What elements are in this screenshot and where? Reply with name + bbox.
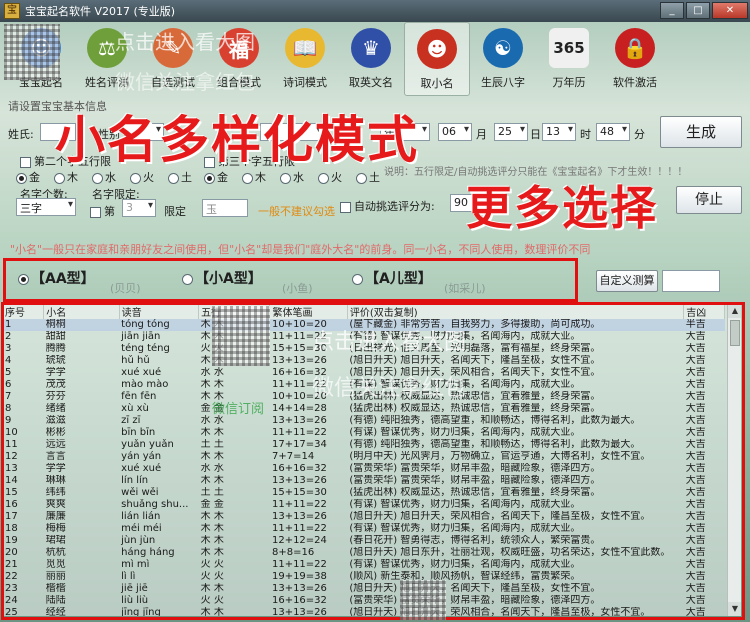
surname-label: 姓氏: xyxy=(8,128,34,141)
stop-button[interactable]: 停止 xyxy=(676,186,742,214)
qr-code-watermark-2 xyxy=(212,306,270,366)
custom-test-button[interactable]: 自定义测算 xyxy=(596,270,658,292)
promo-subline: 更多选择 xyxy=(466,181,658,235)
yinyang-icon: ☯ xyxy=(483,28,523,68)
toolbar-english-name[interactable]: ♛ 取英文名 xyxy=(338,22,404,96)
wuxing2-radio-jin[interactable] xyxy=(16,172,27,184)
hour-label: 时 xyxy=(580,128,591,141)
limit-checkbox[interactable] xyxy=(90,206,101,218)
type-a-er[interactable]: 【A儿型】 xyxy=(352,268,432,288)
wuxing3-radio-tu[interactable] xyxy=(356,172,367,184)
monkey-icon: ☻ xyxy=(417,29,457,69)
toolbar-calendar[interactable]: 365 万年历 xyxy=(536,22,602,96)
limit-hint: 一般不建议勾选 xyxy=(258,205,335,218)
book-icon: 📖 xyxy=(285,28,325,68)
qr-code-watermark xyxy=(4,24,60,80)
type-small-a-radio[interactable] xyxy=(182,273,193,285)
wuxing3-radio-shui[interactable] xyxy=(280,172,291,184)
minimize-button[interactable]: _ xyxy=(660,2,684,19)
watermark-wx-top: 微信关注拿红包 xyxy=(115,70,255,94)
title-bar: 宝 宝宝起名软件 V2017 (专业版) _ □ ✕ xyxy=(0,0,750,22)
calendar-icon: 365 xyxy=(549,28,589,68)
month-select[interactable]: 06 xyxy=(438,123,472,141)
di-checkbox[interactable]: 第 xyxy=(90,203,115,219)
hour-select[interactable]: 13 xyxy=(542,123,576,141)
char-position-select[interactable]: 3 xyxy=(122,199,156,217)
qr-code-watermark-3 xyxy=(400,580,446,620)
app-window: 宝 宝宝起名软件 V2017 (专业版) _ □ ✕ ☺宝宝起名 ⚖姓名评测 ✎… xyxy=(0,0,750,622)
auto-score-check[interactable] xyxy=(340,201,351,213)
second-char-checkbox[interactable] xyxy=(20,156,31,168)
wuxing2-radio-mu[interactable] xyxy=(54,172,65,184)
watermark-text-mid: 点击进入看大图 xyxy=(312,330,467,355)
toolbar-activate[interactable]: 🔒 软件激活 xyxy=(602,22,668,96)
type-aa[interactable]: 【AA型】 xyxy=(18,268,95,288)
limit-char-input[interactable]: 玉 xyxy=(202,199,248,217)
day-label: 日 xyxy=(530,128,541,141)
wuxing2-radio-shui[interactable] xyxy=(92,172,103,184)
auto-score-checkbox[interactable]: 自动挑选评分为: xyxy=(340,198,435,214)
promo-headline: 小名多样化模式 xyxy=(55,111,419,169)
wuxing2-radio-tu[interactable] xyxy=(168,172,179,184)
type-aa-example: (贝贝) xyxy=(110,282,141,295)
nickname-notice: "小名"一般只在家庭和亲朋好友之间使用，但"小名"却是我们"庭外大名"的前身。同… xyxy=(10,243,591,256)
wuxing3-radio-huo[interactable] xyxy=(318,172,329,184)
type-aa-radio[interactable] xyxy=(18,273,29,285)
type-a-er-radio[interactable] xyxy=(352,273,363,285)
watermark-wx-mid: 微信关注拿红包 xyxy=(312,376,467,401)
type-a-er-example: (如采儿) xyxy=(444,282,486,295)
toolbar-bazi[interactable]: ☯ 生辰八字 xyxy=(470,22,536,96)
minute-label: 分 xyxy=(634,128,645,141)
main-toolbar: ☺宝宝起名 ⚖姓名评测 ✎自选测试 福组合模式 📖诗词模式 ♛取英文名 ☻取小名… xyxy=(0,22,750,98)
watermark-text-top: 点击进入看大图 xyxy=(115,30,255,54)
window-title: 宝宝起名软件 V2017 (专业版) xyxy=(25,5,176,18)
app-logo-icon: 宝 xyxy=(4,3,20,19)
wuxing3-radio-jin[interactable] xyxy=(204,172,215,184)
custom-test-input[interactable] xyxy=(662,270,720,292)
watermark-small: 微信订阅 xyxy=(212,402,265,417)
window-controls: _ □ ✕ xyxy=(660,2,748,19)
minute-select[interactable]: 48 xyxy=(596,123,630,141)
eagle-icon: ♛ xyxy=(351,28,391,68)
day-select[interactable]: 25 xyxy=(494,123,528,141)
wuxing2-radio-huo[interactable] xyxy=(130,172,141,184)
toolbar-poetry-mode[interactable]: 📖 诗词模式 xyxy=(272,22,338,96)
close-button[interactable]: ✕ xyxy=(712,2,748,19)
generate-button[interactable]: 生成 xyxy=(660,116,742,148)
lock-icon: 🔒 xyxy=(615,28,655,68)
name-count-select[interactable]: 三字 xyxy=(16,198,76,216)
wuxing3-radio-mu[interactable] xyxy=(242,172,253,184)
maximize-button[interactable]: □ xyxy=(686,2,710,19)
type-small-a[interactable]: 【小A型】 xyxy=(182,268,262,288)
month-label: 月 xyxy=(476,128,487,141)
limit-label: 限定 xyxy=(164,205,186,218)
toolbar-nickname[interactable]: ☻ 取小名 xyxy=(404,22,470,96)
type-small-a-example: (小鱼) xyxy=(282,282,313,295)
